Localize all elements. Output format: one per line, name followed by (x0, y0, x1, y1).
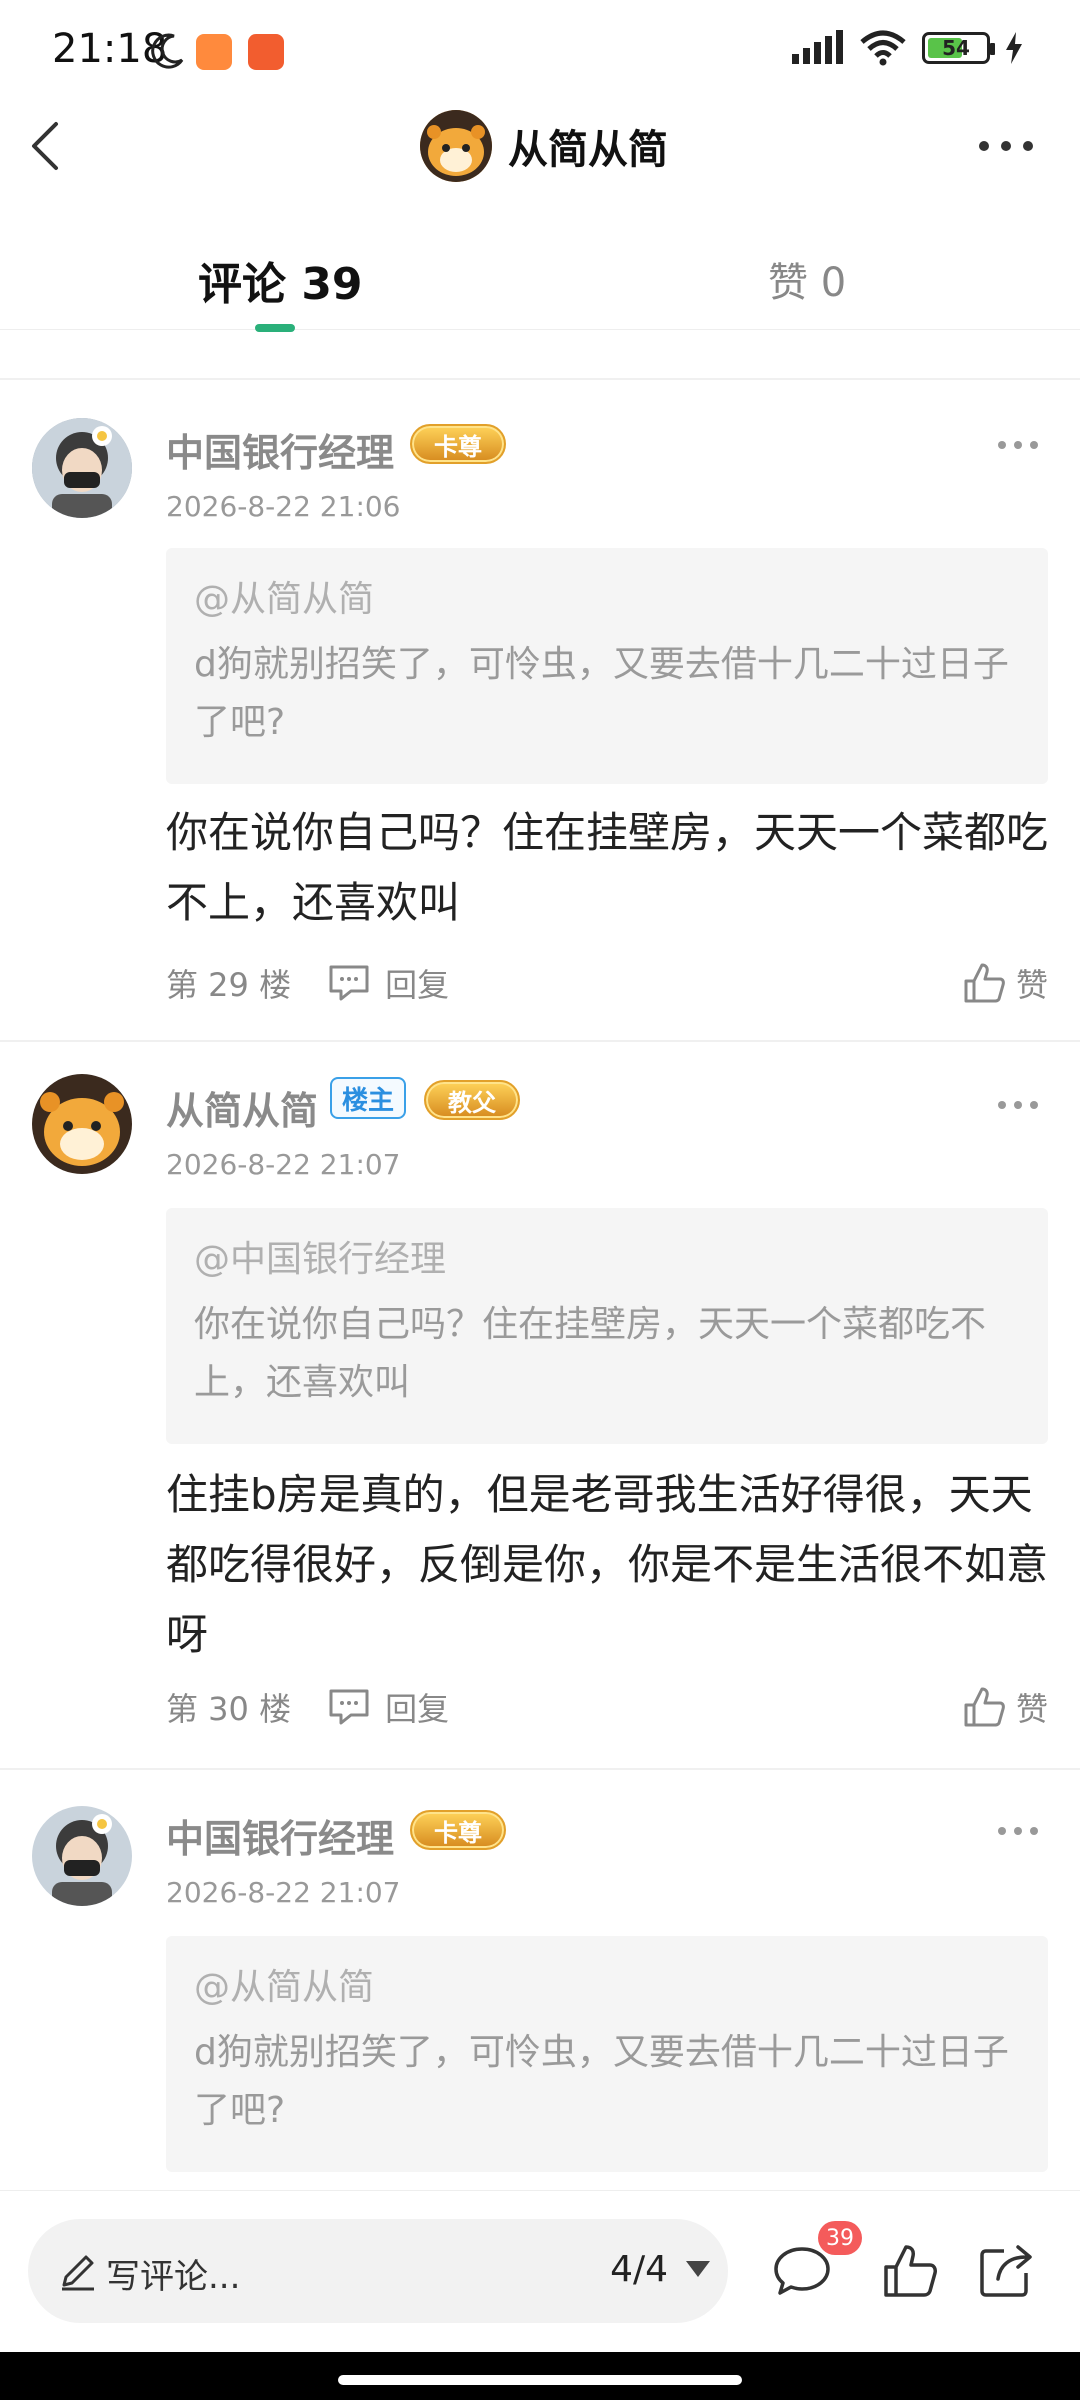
comment-footer: 第 30 楼 回复 赞 (166, 1682, 1048, 1732)
signal-icon (792, 30, 843, 64)
header-user[interactable]: 从简从简 (420, 110, 668, 182)
comment-input[interactable]: 写评论... 4/4 (28, 2219, 728, 2323)
comment-input-label: 写评论... (106, 2257, 241, 2297)
avatar[interactable] (420, 110, 492, 182)
app-notification-icon-2 (248, 34, 284, 70)
level-badge: 卡尊 (410, 424, 506, 464)
hamster-avatar-icon (420, 110, 492, 182)
like-icon (964, 963, 1005, 1003)
comment-author[interactable]: 从简从简 (166, 1080, 318, 1135)
quoted-reply[interactable]: @从简从简 d狗就别招笑了，可怜虫，又要去借十几二十过日子了吧? (166, 548, 1048, 784)
battery-icon: 54 (922, 32, 995, 64)
quoted-text: d狗就别招笑了，可怜虫，又要去借十几二十过日子了吧? (194, 2032, 1009, 2131)
wifi-icon (860, 30, 906, 66)
like-label: 赞 (1015, 966, 1048, 1004)
quoted-user: @从简从简 (194, 1967, 375, 2008)
reply-icon (329, 1689, 369, 1725)
user-avatar-icon (32, 418, 132, 518)
quoted-user: @中国银行经理 (194, 1239, 447, 1280)
chevron-down-icon[interactable] (686, 2261, 710, 2277)
level-badge-label: 卡尊 (410, 1810, 506, 1850)
reply-button[interactable]: 回复 (327, 1684, 449, 1730)
level-badge: 卡尊 (410, 1810, 506, 1850)
tab-likes[interactable]: 赞 0 (768, 250, 846, 308)
quoted-user: @从简从简 (194, 579, 375, 620)
like-icon[interactable] (880, 2241, 940, 2301)
comment-time: 2026-8-22 21:07 (166, 1148, 401, 1181)
charging-icon (1006, 32, 1022, 64)
comment-time: 2026-8-22 21:06 (166, 490, 401, 523)
like-button[interactable]: 赞 (962, 1684, 1048, 1730)
comment-content: 你在说你自己吗？住在挂壁房，天天一个菜都吃不上，还喜欢叫 (166, 808, 1049, 927)
like-icon (964, 1687, 1005, 1727)
page-indicator[interactable]: 4/4 (610, 2249, 668, 2290)
floor-number: 第 30 楼 (166, 1690, 292, 1728)
status-bar: 21:18 54 (0, 0, 1080, 100)
owner-badge-label: 楼主 (330, 1077, 407, 1119)
more-icon[interactable] (996, 1098, 1040, 1112)
share-icon[interactable] (976, 2241, 1036, 2301)
battery-level: 54 (942, 36, 970, 60)
comment-author[interactable]: 中国银行经理 (166, 422, 394, 477)
avatar[interactable] (32, 1806, 132, 1906)
more-icon[interactable] (976, 136, 1036, 156)
tab-comments[interactable]: 评论 39 (198, 248, 363, 312)
quoted-reply[interactable]: @从简从简 d狗就别招笑了，可怜虫，又要去借十几二十过日子了吧? (166, 1936, 1048, 2172)
partial-comment-row (0, 330, 1080, 380)
app-notification-icon (196, 34, 232, 70)
level-badge-label: 教父 (424, 1080, 520, 1120)
comment-footer: 第 29 楼 回复 赞 (166, 958, 1048, 1008)
reply-icon (329, 965, 369, 1001)
hamster-avatar-icon (32, 1074, 132, 1174)
more-icon[interactable] (996, 438, 1040, 452)
comment-content: 住挂b房是真的，但是老哥我生活好得很，天天都吃得很好，反倒是你，你是不是生活很不… (166, 1470, 1049, 1659)
reply-button[interactable]: 回复 (327, 960, 449, 1006)
comment-item: 中国银行经理 卡尊 2026-8-22 21:07 @从简从简 d狗就别招笑了，… (0, 1770, 1080, 2190)
comment-count-badge: 39 (818, 2221, 862, 2255)
comment-item: 从简从简 楼主 教父 2026-8-22 21:07 @中国银行经理 你在说你自… (0, 1042, 1080, 1770)
reply-label: 回复 (385, 966, 450, 1004)
pencil-icon (62, 2255, 94, 2291)
page-title: 从简从简 (508, 127, 668, 173)
level-badge-label: 卡尊 (410, 424, 506, 464)
comment-item: 中国银行经理 卡尊 2026-8-22 21:06 @从简从简 d狗就别招笑了，… (0, 382, 1080, 1042)
comment-author[interactable]: 中国银行经理 (166, 1808, 394, 1863)
owner-badge: 楼主 (330, 1077, 407, 1119)
status-right-group: 54 (790, 30, 1024, 66)
avatar[interactable] (32, 418, 132, 518)
back-icon[interactable] (24, 116, 84, 176)
avatar[interactable] (32, 1074, 132, 1174)
tab-bar: 评论 39 赞 0 (0, 220, 1080, 332)
like-label: 赞 (1015, 1690, 1048, 1728)
bottom-bar: 写评论... 4/4 39 (0, 2190, 1080, 2350)
quoted-text: 你在说你自己吗？住在挂壁房，天天一个菜都吃不上，还喜欢叫 (194, 1304, 987, 1403)
reply-label: 回复 (385, 1690, 450, 1728)
page-header: 从简从简 (0, 100, 1080, 200)
like-button[interactable]: 赞 (962, 960, 1048, 1006)
comment-time: 2026-8-22 21:07 (166, 1876, 401, 1909)
more-icon[interactable] (996, 1824, 1040, 1838)
home-indicator[interactable] (338, 2375, 742, 2385)
user-avatar-icon (32, 1806, 132, 1906)
level-badge: 教父 (424, 1080, 520, 1120)
moon-icon (151, 33, 184, 69)
floor-number: 第 29 楼 (166, 966, 292, 1004)
quoted-text: d狗就别招笑了，可怜虫，又要去借十几二十过日子了吧? (194, 644, 1009, 743)
quoted-reply[interactable]: @中国银行经理 你在说你自己吗？住在挂壁房，天天一个菜都吃不上，还喜欢叫 (166, 1208, 1048, 1444)
